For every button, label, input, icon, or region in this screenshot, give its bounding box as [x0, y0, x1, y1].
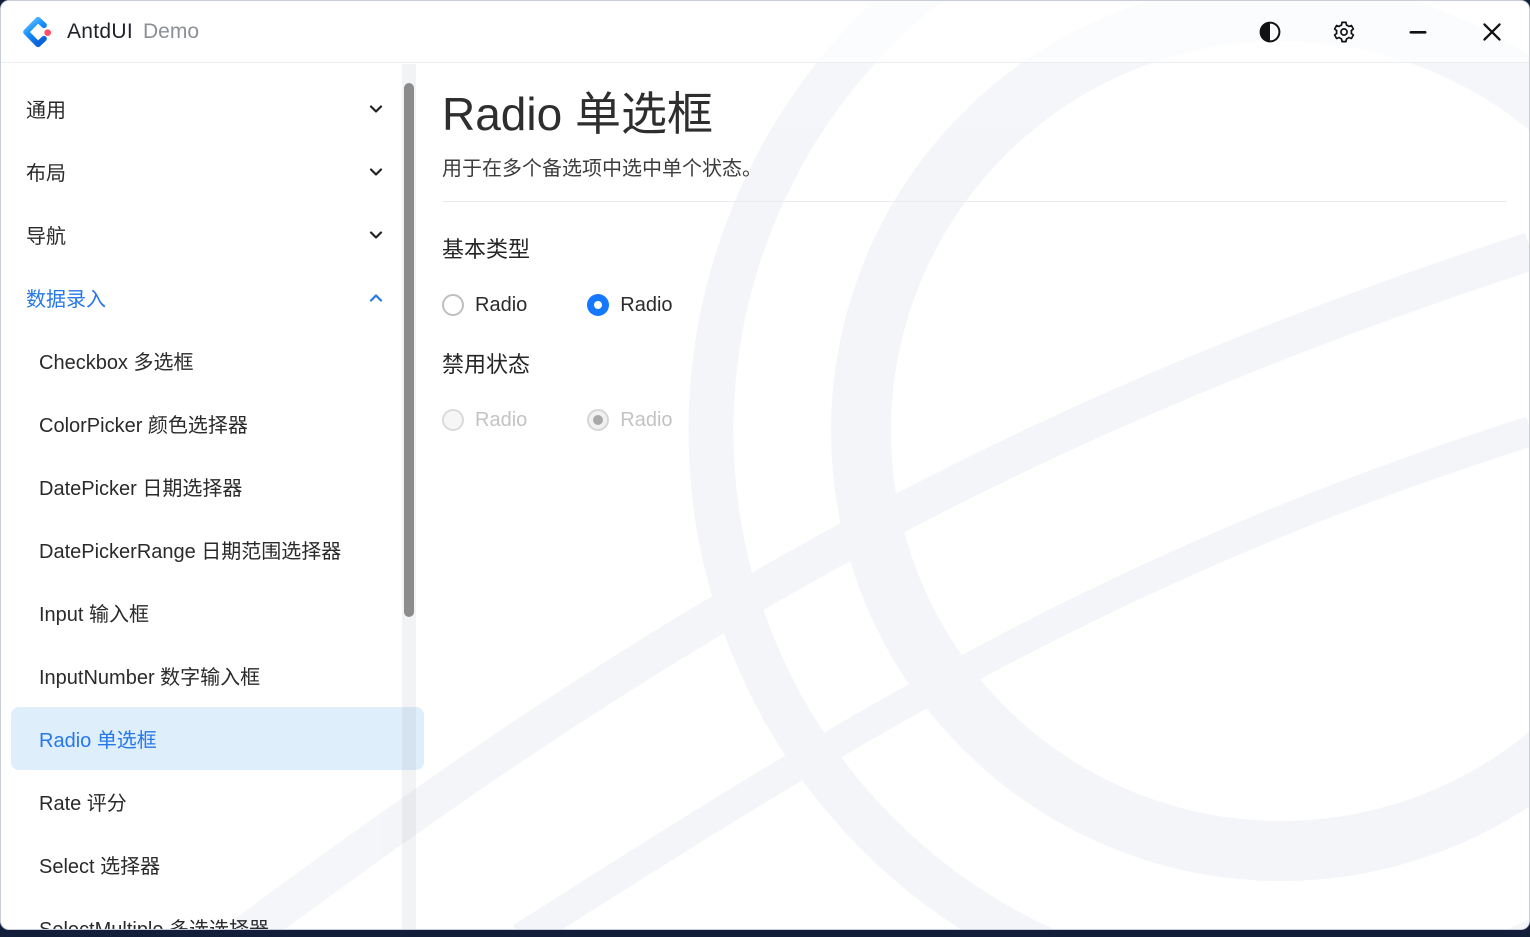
sidebar-group-label: 导航: [26, 220, 66, 249]
close-icon: [1479, 19, 1505, 45]
sidebar-item-label: InputNumber 数字输入框: [39, 661, 260, 690]
chevron-down-icon: [366, 225, 386, 245]
sidebar-scrollbar-thumb[interactable]: [404, 83, 414, 617]
main-content: Radio 单选框 用于在多个备选项中选中单个状态。 基本类型 Radio Ra…: [434, 64, 1529, 929]
radio-label: Radio: [620, 294, 672, 317]
page-description: 用于在多个备选项中选中单个状态。: [442, 152, 1499, 181]
sidebar-group-data-entry[interactable]: 数据录入: [1, 266, 434, 329]
sidebar-group-layout[interactable]: 布局: [1, 140, 434, 203]
sidebar-item-label: Rate 评分: [39, 787, 127, 816]
radio-label: Radio: [475, 294, 527, 317]
sidebar-group-label: 布局: [26, 157, 66, 186]
chevron-down-icon: [366, 99, 386, 119]
app-window: AntdUI Demo: [0, 0, 1530, 930]
app-title: AntdUI: [67, 20, 133, 44]
settings-button[interactable]: [1331, 19, 1357, 45]
radio-option-unchecked[interactable]: Radio: [442, 294, 527, 317]
radio-option-checked[interactable]: Radio: [587, 294, 672, 317]
theme-toggle-button[interactable]: [1257, 19, 1283, 45]
sidebar-item-datepickerrange[interactable]: DatePickerRange 日期范围选择器: [1, 518, 434, 581]
sidebar-item-colorpicker[interactable]: ColorPicker 颜色选择器: [1, 392, 434, 455]
sidebar-item-label: Radio 单选框: [39, 724, 157, 753]
divider: [442, 201, 1507, 202]
app-title-suffix: Demo: [143, 20, 199, 44]
gear-icon: [1332, 20, 1356, 44]
radio-circle-unchecked-icon: [442, 294, 464, 316]
radio-group-basic: Radio Radio: [442, 294, 1499, 317]
sidebar-item-datepicker[interactable]: DatePicker 日期选择器: [1, 455, 434, 518]
radio-label: Radio: [475, 409, 527, 432]
section-heading-basic: 基本类型: [442, 232, 1499, 264]
sidebar-item-radio[interactable]: Radio 单选框: [11, 707, 424, 770]
radio-circle-disabled-unchecked-icon: [442, 409, 464, 431]
title-bar: AntdUI Demo: [1, 1, 1529, 63]
sidebar-item-label: Input 输入框: [39, 598, 149, 627]
sidebar-group-label: 通用: [26, 94, 66, 123]
sidebar-item-label: ColorPicker 颜色选择器: [39, 409, 248, 438]
sidebar-item-checkbox[interactable]: Checkbox 多选框: [1, 329, 434, 392]
sidebar-group-navigation[interactable]: 导航: [1, 203, 434, 266]
chevron-up-icon: [366, 288, 386, 308]
sidebar-item-rate[interactable]: Rate 评分: [1, 770, 434, 833]
sidebar-item-inputnumber[interactable]: InputNumber 数字输入框: [1, 644, 434, 707]
sidebar-item-label: DatePicker 日期选择器: [39, 472, 242, 501]
antdui-logo-icon: [22, 16, 54, 48]
sidebar-nav: 通用 布局 导航 数据录入 Checkbox 多选框 ColorPicker 颜…: [1, 64, 434, 929]
sidebar-item-label: SelectMultiple 多选选择器: [39, 913, 269, 930]
radio-option-disabled-unchecked: Radio: [442, 409, 527, 432]
radio-option-disabled-checked: Radio: [587, 409, 672, 432]
sidebar-item-label: DatePickerRange 日期范围选择器: [39, 535, 341, 564]
radio-group-disabled: Radio Radio: [442, 409, 1499, 432]
sidebar-item-label: Select 选择器: [39, 850, 160, 879]
close-button[interactable]: [1479, 19, 1505, 45]
sidebar-group-general[interactable]: 通用: [1, 77, 434, 140]
section-heading-disabled: 禁用状态: [442, 347, 1499, 379]
sidebar-group-label: 数据录入: [26, 283, 106, 312]
contrast-icon: [1258, 20, 1282, 44]
sidebar-item-select[interactable]: Select 选择器: [1, 833, 434, 896]
page-title: Radio 单选框: [442, 86, 1499, 144]
sidebar-item-selectmultiple[interactable]: SelectMultiple 多选选择器: [1, 896, 434, 930]
radio-circle-disabled-checked-icon: [587, 409, 609, 431]
radio-circle-checked-icon: [587, 294, 609, 316]
radio-label: Radio: [620, 409, 672, 432]
chevron-down-icon: [366, 162, 386, 182]
sidebar-item-label: Checkbox 多选框: [39, 346, 194, 375]
sidebar-item-input[interactable]: Input 输入框: [1, 581, 434, 644]
minimize-button[interactable]: [1405, 19, 1431, 45]
window-controls: [1257, 19, 1529, 45]
minimize-icon: [1406, 20, 1430, 44]
